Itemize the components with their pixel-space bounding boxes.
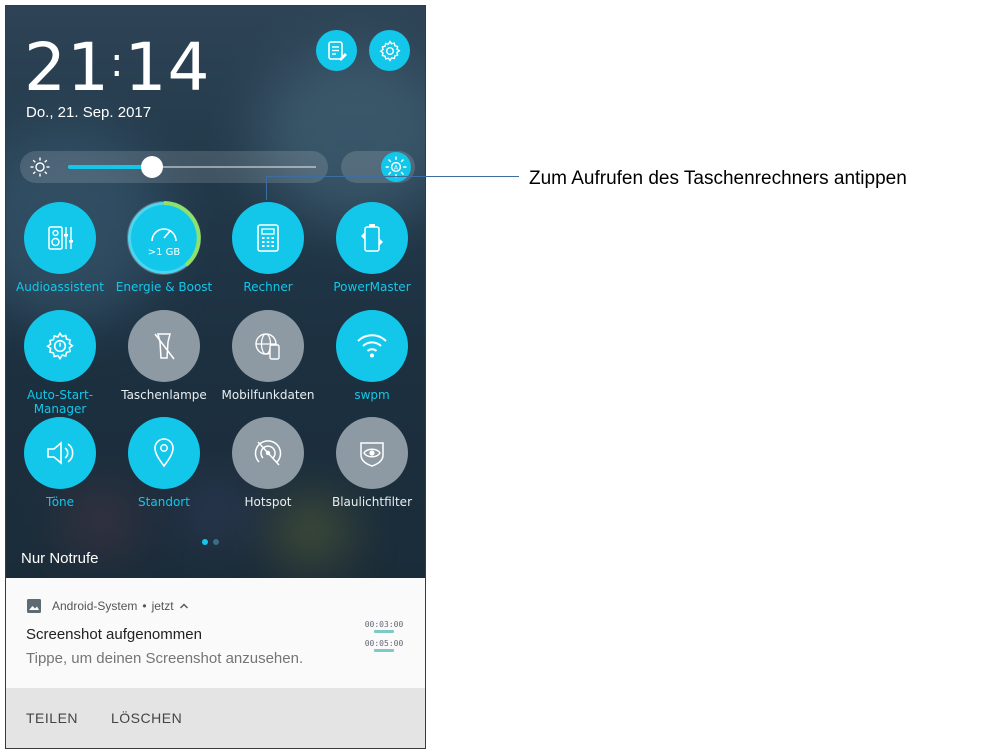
speaker-icon xyxy=(47,441,74,465)
brightness-knob[interactable] xyxy=(141,156,164,178)
tile-circle xyxy=(128,310,200,382)
page-dot-active xyxy=(202,539,208,545)
tile-toene[interactable]: Töne xyxy=(8,417,112,509)
emergency-only-label: Nur Notrufe xyxy=(21,550,99,567)
wifi-icon xyxy=(357,334,387,358)
chevron-up-icon[interactable] xyxy=(179,602,189,610)
tile-circle xyxy=(232,417,304,489)
tile-label: Töne xyxy=(45,495,75,509)
edit-notes-icon xyxy=(327,40,347,61)
auto-brightness-icon: A xyxy=(385,156,407,178)
thumb-time: 00:03:00 xyxy=(364,620,404,629)
battery-cycle-icon xyxy=(361,224,383,252)
settings-button[interactable] xyxy=(369,30,410,71)
tile-taschenlampe[interactable]: Taschenlampe xyxy=(112,310,216,402)
screenshot-thumbnail: 00:03:00 00:05:00 xyxy=(364,620,404,658)
auto-brightness-button[interactable]: A xyxy=(381,152,411,182)
thumb-bar xyxy=(374,649,394,652)
hotspot-off-icon xyxy=(254,440,282,466)
auto-brightness-toggle[interactable]: A xyxy=(341,151,415,183)
image-icon xyxy=(27,599,41,613)
tile-label: swpm xyxy=(354,388,390,402)
notification-text: Tippe, um deinen Screenshot anzusehen. xyxy=(26,650,304,667)
callout-text: Zum Aufrufen des Taschenrechners antippe… xyxy=(529,168,907,189)
tile-powermaster[interactable]: PowerMaster xyxy=(320,202,424,294)
tile-circle xyxy=(336,310,408,382)
notification-time: jetzt xyxy=(151,599,174,613)
tile-label: Rechner xyxy=(243,280,293,294)
tile-auto-start-manager[interactable]: Auto-Start- Manager xyxy=(8,310,112,416)
flashlight-off-icon xyxy=(154,333,175,360)
clock: 21:14 xyxy=(24,29,211,106)
thumb-bar xyxy=(374,630,394,633)
tile-label: Auto-Start- Manager xyxy=(26,388,94,416)
tile-label: Standort xyxy=(138,495,190,509)
callout-line-vertical xyxy=(266,176,267,200)
tile-label: Audioassistent xyxy=(16,280,104,294)
notification-title: Screenshot aufgenommen xyxy=(26,626,202,643)
memory-ring xyxy=(127,201,201,275)
location-pin-icon xyxy=(154,438,174,468)
notification-actions: TEILEN LÖSCHEN xyxy=(6,688,425,748)
audio-wizard-icon xyxy=(48,226,73,250)
tile-label: Taschenlampe xyxy=(121,388,207,402)
screenshot-notification[interactable]: Android-System • jetzt Screenshot aufgen… xyxy=(6,578,425,688)
globe-phone-icon xyxy=(255,333,280,360)
calculator-icon xyxy=(257,224,279,252)
tile-blaulichtfilter[interactable]: Blaulichtfilter xyxy=(320,417,424,509)
tile-circle xyxy=(24,417,96,489)
sun-icon xyxy=(30,157,50,177)
thumb-time: 00:05:00 xyxy=(364,639,404,648)
tile-circle xyxy=(24,310,96,382)
notification-separator: • xyxy=(142,599,147,613)
eye-filter-icon xyxy=(360,442,384,467)
brightness-fill xyxy=(68,165,153,169)
tile-circle xyxy=(336,202,408,274)
callout-line-horizontal xyxy=(266,176,519,177)
share-button[interactable]: TEILEN xyxy=(26,710,78,726)
phone-screen: 21:14 Do., 21. Sep. 2017 A Audioassisten… xyxy=(5,5,426,749)
tile-wifi[interactable]: swpm xyxy=(320,310,424,402)
tile-circle: >1 GB xyxy=(127,201,201,275)
tile-audioassistent[interactable]: Audioassistent xyxy=(8,202,112,294)
edit-button[interactable] xyxy=(316,30,357,71)
tile-circle xyxy=(232,202,304,274)
tile-hotspot[interactable]: Hotspot xyxy=(216,417,320,509)
delete-button[interactable]: LÖSCHEN xyxy=(111,710,182,726)
tile-circle xyxy=(336,417,408,489)
tile-circle xyxy=(232,310,304,382)
quick-settings-panel: 21:14 Do., 21. Sep. 2017 A Audioassisten… xyxy=(6,6,425,578)
tile-energie-boost[interactable]: >1 GB Energie & Boost xyxy=(112,201,216,294)
tile-label: PowerMaster xyxy=(333,280,411,294)
page-indicator xyxy=(202,532,224,550)
tile-label: Energie & Boost xyxy=(115,280,213,294)
date: Do., 21. Sep. 2017 xyxy=(26,104,152,121)
gear-power-icon xyxy=(46,331,74,361)
tile-standort[interactable]: Standort xyxy=(112,417,216,509)
page-dot xyxy=(213,539,219,545)
memory-badge: >1 GB xyxy=(147,247,181,258)
gear-icon xyxy=(378,39,401,62)
brightness-slider[interactable] xyxy=(20,151,328,183)
tile-circle xyxy=(128,417,200,489)
tile-label: Hotspot xyxy=(244,495,292,509)
tile-label: Mobilfunkdaten xyxy=(221,388,315,402)
tile-label: Blaulichtfilter xyxy=(331,495,412,509)
tile-rechner[interactable]: Rechner xyxy=(216,202,320,294)
notification-header: Android-System • jetzt xyxy=(26,598,189,614)
tile-mobilfunkdaten[interactable]: Mobilfunkdaten xyxy=(216,310,320,402)
tile-circle xyxy=(24,202,96,274)
notification-app: Android-System xyxy=(52,599,138,613)
